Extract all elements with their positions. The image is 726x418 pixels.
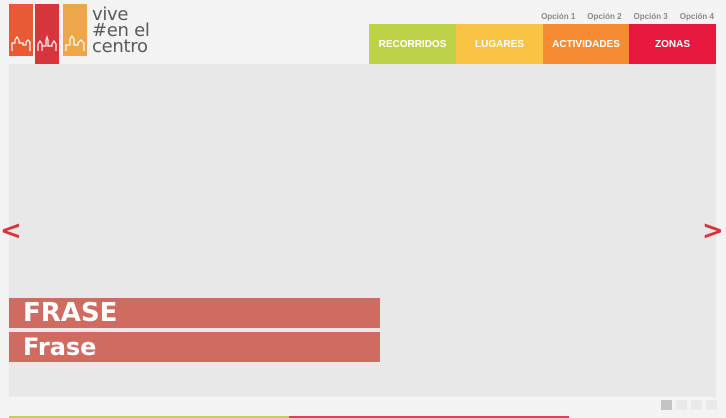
top-menu-item-1[interactable]: Opción 1 [541,12,575,21]
top-menu-item-3[interactable]: Opción 3 [634,12,668,21]
top-menu-item-4[interactable]: Opción 4 [680,12,714,21]
nav-recorridos[interactable]: RECORRIDOS [369,24,456,64]
nav-actividades[interactable]: ACTIVIDADES [543,24,629,64]
logo-tile-1 [9,4,33,56]
pager-dot[interactable] [706,400,717,410]
main-nav: RECORRIDOS LUGARES ACTIVIDADES ZONAS [369,24,716,64]
pager-dot[interactable] [661,400,672,410]
pager-dot[interactable] [691,400,702,410]
nav-zonas[interactable]: ZONAS [629,24,716,64]
slide-caption-subtitle: Frase [9,332,380,362]
slide-caption-title: FRASE [9,298,380,328]
top-menu: Opción 1 Opción 2 Opción 3 Opción 4 [541,12,714,21]
cathedral-icon [65,34,85,51]
logo-tile-2 [35,4,59,68]
hero-slider: FRASE Frase [9,64,716,397]
pager-dot[interactable] [676,400,687,410]
chevron-left-icon[interactable]: < [0,218,22,244]
nav-lugares[interactable]: LUGARES [456,24,543,64]
slider-pager [661,400,717,410]
building-icon [11,35,31,51]
church-icon [37,35,57,51]
chevron-right-icon[interactable]: > [702,218,724,244]
top-menu-item-2[interactable]: Opción 2 [587,12,621,21]
logo-tile-3 [63,4,87,56]
logo-wordmark: vive #en el centro [92,6,150,57]
logo-line-3: centro [92,36,148,57]
